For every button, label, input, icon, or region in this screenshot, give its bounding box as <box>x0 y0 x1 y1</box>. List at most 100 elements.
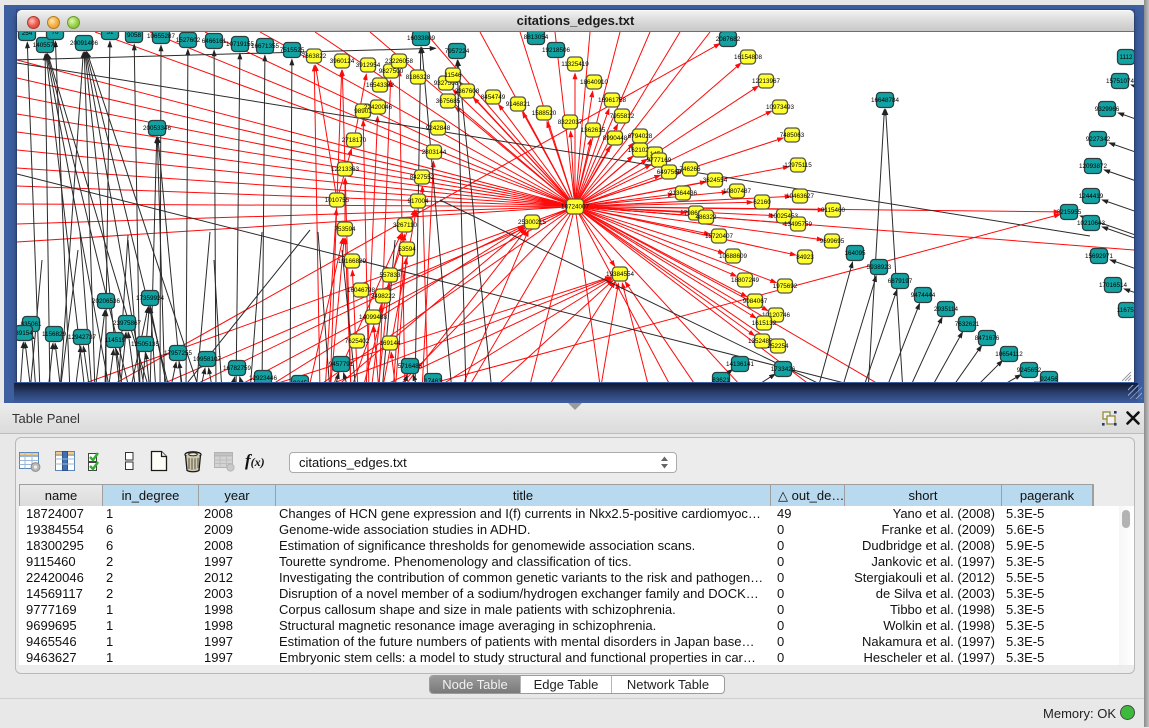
svg-text:12942737: 12942737 <box>68 334 97 341</box>
svg-text:15692971: 15692971 <box>1085 253 1114 260</box>
svg-text:16782759: 16782759 <box>223 365 252 372</box>
svg-text:10958107: 10958107 <box>193 356 222 363</box>
svg-text:9329966: 9329966 <box>1095 106 1120 113</box>
svg-text:31: 31 <box>106 32 114 36</box>
svg-text:10688609: 10688609 <box>719 253 748 260</box>
svg-text:2087682: 2087682 <box>716 36 741 43</box>
svg-text:10654112: 10654112 <box>995 351 1023 358</box>
svg-text:3215955: 3215955 <box>1057 209 1082 216</box>
svg-text:164095: 164095 <box>844 250 866 257</box>
svg-text:1362615: 1362615 <box>581 127 606 134</box>
svg-text:16033809: 16033809 <box>407 35 436 42</box>
svg-text:9245652: 9245652 <box>1017 367 1042 374</box>
svg-text:17016514: 17016514 <box>1099 282 1128 289</box>
svg-text:169144: 169144 <box>379 340 401 347</box>
svg-text:254: 254 <box>22 32 33 37</box>
svg-text:9777169: 9777169 <box>647 157 672 164</box>
svg-text:9084067: 9084067 <box>743 298 768 305</box>
svg-text:1615132: 1615132 <box>752 320 777 327</box>
svg-text:8186328: 8186328 <box>406 74 431 81</box>
svg-text:3267110: 3267110 <box>393 222 418 229</box>
svg-text:9457791: 9457791 <box>329 361 354 368</box>
svg-text:9474444: 9474444 <box>911 292 936 299</box>
svg-text:22420046: 22420046 <box>364 104 393 111</box>
svg-text:9227342: 9227342 <box>1086 136 1111 143</box>
svg-text:53594: 53594 <box>398 246 416 253</box>
svg-text:1405572: 1405572 <box>33 42 58 49</box>
svg-text:7955812: 7955812 <box>610 113 635 120</box>
svg-text:14136141: 14136141 <box>726 361 755 368</box>
svg-text:19166829: 19166829 <box>338 258 367 265</box>
svg-text:83621: 83621 <box>712 377 730 382</box>
svg-text:92456: 92456 <box>1040 376 1058 382</box>
svg-text:917004: 917004 <box>407 198 429 205</box>
svg-text:9058: 9058 <box>127 32 142 39</box>
svg-text:5716485: 5716485 <box>398 363 423 370</box>
svg-text:16154808: 16154808 <box>734 54 763 61</box>
svg-text:15751074: 15751074 <box>1106 78 1134 85</box>
svg-text:2367608: 2367608 <box>455 88 480 95</box>
svg-text:6466161: 6466161 <box>202 38 227 45</box>
svg-text:1112: 1112 <box>1119 54 1133 61</box>
svg-text:62160: 62160 <box>753 199 771 206</box>
svg-text:7663822: 7663822 <box>302 53 327 60</box>
svg-text:7632621: 7632621 <box>955 321 980 328</box>
svg-text:1588520: 1588520 <box>532 110 557 117</box>
svg-text:6497568: 6497568 <box>657 169 682 176</box>
svg-text:21364436: 21364436 <box>669 190 698 197</box>
svg-text:1733426: 1733426 <box>771 366 796 373</box>
svg-text:6794028: 6794028 <box>628 133 653 140</box>
svg-text:9699695: 9699695 <box>820 238 845 245</box>
svg-text:23975867: 23975867 <box>113 320 142 327</box>
svg-text:25300215: 25300215 <box>518 219 547 226</box>
svg-text:8471676: 8471676 <box>975 335 1000 342</box>
svg-text:9146821: 9146821 <box>506 101 531 108</box>
svg-text:10973493: 10973493 <box>766 104 795 111</box>
svg-text:12505135: 12505135 <box>131 341 160 348</box>
svg-text:1010755: 1010755 <box>325 197 350 204</box>
svg-text:11325419: 11325419 <box>561 61 589 68</box>
svg-text:20206536: 20206536 <box>92 298 121 305</box>
svg-text:2935114: 2935114 <box>934 306 959 313</box>
svg-text:7625402: 7625402 <box>345 338 370 345</box>
svg-text:9827500: 9827500 <box>379 68 404 75</box>
svg-text:114519: 114519 <box>105 337 126 344</box>
svg-text:12213363: 12213363 <box>331 166 360 173</box>
svg-text:18807249: 18807249 <box>731 277 760 284</box>
svg-text:116753: 116753 <box>1117 307 1134 314</box>
svg-text:19218506: 19218506 <box>542 47 571 54</box>
svg-text:13495759: 13495759 <box>784 221 813 228</box>
svg-text:8454749: 8454749 <box>481 94 506 101</box>
svg-text:18640910: 18640910 <box>580 79 609 86</box>
svg-text:2803144: 2803144 <box>422 149 447 156</box>
svg-text:486322: 486322 <box>695 214 717 221</box>
svg-text:3960124: 3960124 <box>330 58 355 65</box>
svg-text:8813054: 8813054 <box>524 34 549 41</box>
svg-text:7485063: 7485063 <box>780 132 805 139</box>
svg-text:17359924: 17359924 <box>136 295 165 302</box>
svg-text:557833: 557833 <box>379 272 401 279</box>
svg-text:12975115: 12975115 <box>784 162 812 169</box>
svg-text:6879197: 6879197 <box>888 278 913 285</box>
svg-text:10210643: 10210643 <box>1077 220 1106 227</box>
svg-text:9245: 9245 <box>293 380 308 382</box>
svg-text:76: 76 <box>51 32 59 36</box>
svg-text:7957224: 7957224 <box>445 48 470 55</box>
svg-text:16961758: 16961758 <box>598 97 627 104</box>
svg-text:17957255: 17957255 <box>164 350 193 357</box>
svg-text:1975692: 1975692 <box>773 283 798 290</box>
svg-text:39154: 39154 <box>17 330 33 337</box>
svg-text:16543382: 16543382 <box>366 82 395 89</box>
svg-text:20091406: 20091406 <box>70 40 99 47</box>
svg-text:84923: 84923 <box>796 254 814 261</box>
svg-text:14099488: 14099488 <box>359 314 388 321</box>
svg-text:8427552: 8427552 <box>410 174 435 181</box>
svg-text:8322037: 8322037 <box>558 119 583 126</box>
svg-text:1527602: 1527602 <box>176 37 201 44</box>
svg-text:23226058: 23226058 <box>385 58 414 65</box>
svg-text:1244419: 1244419 <box>1079 193 1104 200</box>
svg-text:17463: 17463 <box>424 378 442 382</box>
svg-text:16648784: 16648784 <box>871 97 900 104</box>
svg-text:12093872: 12093872 <box>1079 163 1108 170</box>
svg-text:12213967: 12213967 <box>752 78 781 85</box>
